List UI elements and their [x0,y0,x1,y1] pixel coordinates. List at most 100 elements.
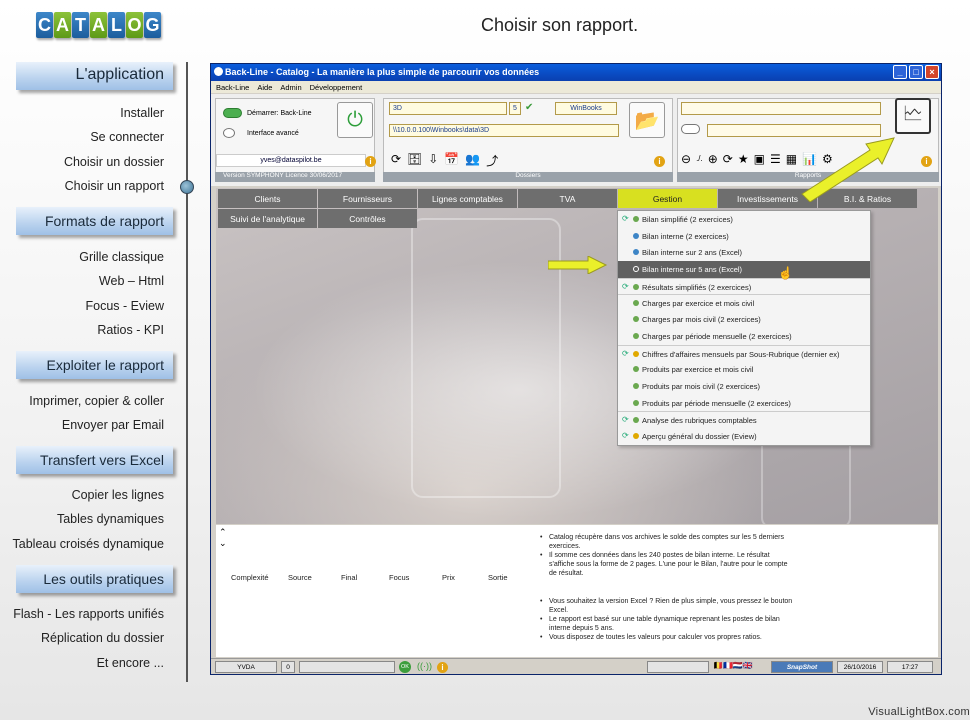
interface-avance-radio[interactable] [223,128,235,138]
tab[interactable]: Suivi de l'analytique [218,209,317,228]
nav-item[interactable]: Envoyer par Email [62,418,164,432]
close-button[interactable]: × [925,65,939,79]
nav-section-header[interactable]: L'application [16,62,173,90]
nav-item[interactable]: Et encore ... [97,656,164,670]
report-menu-item[interactable]: ⟳ Chiffres d'affaires mensuels par Sous-R… [618,344,870,362]
description-bullet: Catalog récupère dans vos archives le so… [540,533,795,551]
tab[interactable]: Fournisseurs [318,189,417,208]
power-button[interactable]: ⏻ [337,102,373,138]
calendar-icon[interactable]: 📅 [444,152,459,169]
refresh-icon[interactable]: ⟳ [391,152,401,169]
refresh-report-icon[interactable]: ⟳ [723,152,733,166]
export-icon[interactable]: ⤴ [486,152,498,169]
dossier-actions: ⟳ 🗄 ⇩ 📅 👥 ⤴ [391,152,498,169]
watermark: VisualLightBox.com [868,706,970,718]
collapse-icon[interactable]: ⌃ ⌄ [219,527,227,549]
nav-item[interactable]: Flash - Les rapports unifiés [13,607,164,621]
open-folder-button[interactable]: 📂 [629,102,665,138]
snapshot-brand: SnapShot [771,661,833,673]
report-menu-item[interactable]: ⟳ Bilan simplifié (2 exercices) [618,211,870,228]
nav-item[interactable]: Web – Html [99,274,164,288]
menu-back-line[interactable]: Back-Line [216,83,249,93]
nav-item[interactable]: Grille classique [79,250,164,264]
interface-label: Interface avancé [247,130,299,137]
report-menu-item[interactable]: Produits par période mensuelle (2 exerci… [618,395,870,412]
report-menu-item[interactable]: Charges par période mensuelle (2 exercic… [618,328,870,345]
dossier-field[interactable]: 3D [389,102,507,115]
rapport-field[interactable] [681,102,881,115]
star-icon[interactable]: ★ [738,152,749,166]
status-dot-icon [633,249,639,256]
report-menu-label: Résultats simplifiés (2 exercices) [642,282,752,292]
back-icon[interactable]: ⊖ [681,152,691,166]
report-view-button[interactable]: 🗠 [895,98,931,134]
email-field[interactable]: yves@dataspilot.be [216,154,366,167]
report-menu-item[interactable]: Bilan interne (2 exercices) [618,228,870,245]
report-menu-item[interactable]: Produits par mois civil (2 exercices) [618,378,870,395]
report-menu-item[interactable]: ⟳ Analyse des rubriques comptables [618,411,870,428]
status-count: 0 [281,661,295,673]
import-icon[interactable]: ⇩ [428,152,438,169]
nav-item[interactable]: Focus - Eview [86,299,165,313]
people-icon[interactable]: 👥 [465,152,480,169]
logo-letter: A [90,12,107,38]
tab[interactable]: Lignes comptables [418,189,517,208]
maximize-button[interactable]: □ [909,65,923,79]
report-menu-item[interactable]: Bilan interne sur 5 ans (Excel) [618,261,870,278]
tab[interactable]: TVA [518,189,617,208]
nav-section-header[interactable]: Les outils pratiques [16,565,173,593]
image-icon[interactable]: ▣ [754,152,765,166]
check-icon: ✔ [525,102,534,113]
arrow-pointer-item [548,256,608,274]
nav-item[interactable]: Réplication du dossier [41,631,164,645]
demarrer-toggle[interactable] [223,108,242,118]
current-step-marker [180,180,194,194]
rapport-toggle[interactable] [681,124,700,134]
catalog-logo: CATALOG [36,12,161,38]
tab[interactable]: Clients [218,189,317,208]
nav-section-header[interactable]: Transfert vers Excel [16,446,173,474]
tab[interactable]: Gestion [618,189,717,208]
status-info-icon[interactable]: i [437,662,448,673]
nav-item[interactable]: Imprimer, copier & coller [29,394,164,408]
menu-aide[interactable]: Aide [257,83,272,93]
report-menu-item[interactable]: ⟳ Aperçu général du dossier (Eview) [618,428,870,445]
forward-icon[interactable]: ⊕ [708,152,718,166]
nav-item[interactable]: Se connecter [90,130,164,144]
rapport-info-icon[interactable]: i [921,156,932,167]
language-flags[interactable]: 🇧🇪🇫🇷🇳🇱🇬🇧 [713,661,753,670]
nav-item[interactable]: Tables dynamiques [57,512,164,526]
status-dot-icon [633,417,639,424]
nav-section-header[interactable]: Formats de rapport [16,207,173,235]
tab[interactable]: Contrôles [318,209,417,228]
report-menu-item[interactable]: Produits par exercice et mois civil [618,361,870,378]
nav-item[interactable]: Ratios - KPI [97,323,164,337]
report-menu-item[interactable]: Charges par exercice et mois civil [618,294,870,311]
report-menu-label: Analyse des rubriques comptables [642,416,757,426]
nav-item[interactable]: Choisir un rapport [65,179,164,193]
nav-item[interactable]: Choisir un dossier [64,155,164,169]
info-icon[interactable]: i [365,156,376,167]
software-field: WinBooks [555,102,617,115]
dossier-info-icon[interactable]: i [654,156,665,167]
minimize-button[interactable]: _ [893,65,907,79]
status-dot-icon [633,350,639,357]
page-scroller[interactable] [647,661,709,673]
menu-developpement[interactable]: Développement [310,83,363,93]
description-bullet: Il somme ces données dans les 240 postes… [540,551,795,578]
nav-section-header[interactable]: Exploiter le rapport [16,351,173,379]
grid-icon[interactable]: ▦ [786,152,797,166]
path-field[interactable]: \\10.0.0.100\Winbooks\data\3D [389,124,619,137]
report-menu-item[interactable]: ⟳ Résultats simplifiés (2 exercices) [618,277,870,295]
database-icon[interactable]: 🗄 [407,152,422,169]
list-icon[interactable]: ☰ [770,152,781,166]
status-date: 26/10/2016 [837,661,883,673]
menu-admin[interactable]: Admin [280,83,301,93]
report-menu-item[interactable]: Charges par mois civil (2 exercices) [618,311,870,328]
page-title: Choisir son rapport. [481,15,639,35]
report-menu-item[interactable]: Bilan interne sur 2 ans (Excel) [618,244,870,261]
nav-item[interactable]: Installer [120,106,164,120]
report-menu-label: Bilan simplifié (2 exercices) [642,215,733,224]
nav-item[interactable]: Copier les lignes [72,488,164,502]
nav-item[interactable]: Tableau croisés dynamique [13,537,164,551]
